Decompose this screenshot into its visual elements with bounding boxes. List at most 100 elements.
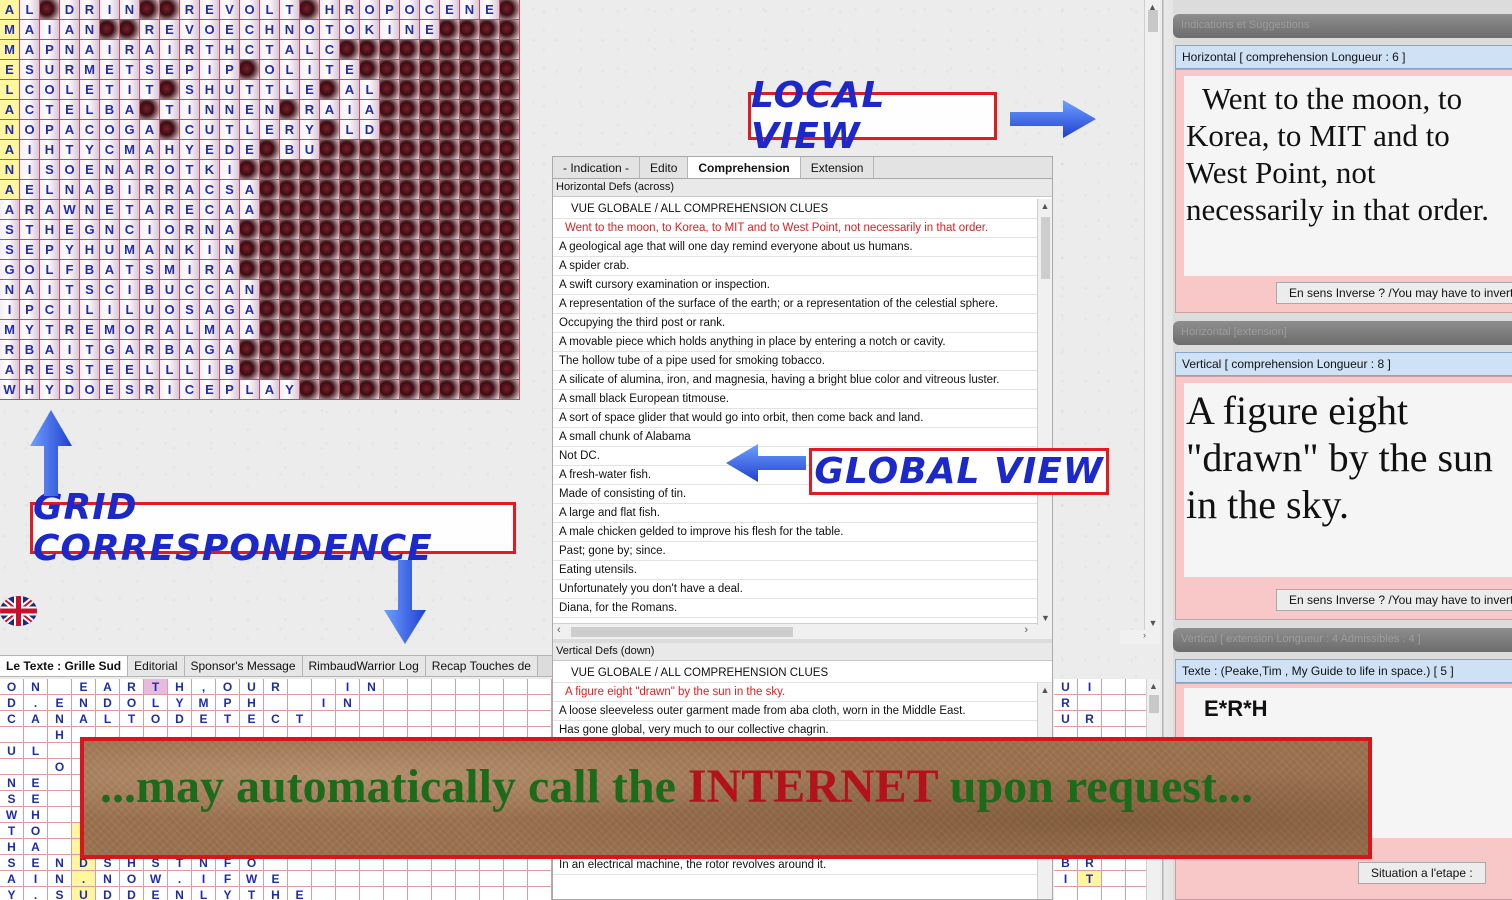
grid-cell[interactable]: N [80, 200, 100, 220]
grid-cell[interactable] [500, 80, 520, 100]
grid-cell[interactable]: R [200, 260, 220, 280]
grid-cell[interactable]: Y [60, 240, 80, 260]
text-cell[interactable]: U [240, 679, 264, 695]
grid-cell[interactable] [420, 40, 440, 60]
grid-cell[interactable]: O [160, 300, 180, 320]
grid-cell[interactable]: I [100, 40, 120, 60]
grid-cell[interactable] [420, 320, 440, 340]
text-cell[interactable] [288, 679, 312, 695]
grid-cell[interactable]: A [220, 320, 240, 340]
grid-cell[interactable] [320, 380, 340, 400]
grid-cell[interactable]: G [80, 220, 100, 240]
scroll-thumb[interactable] [1149, 695, 1159, 713]
text-cell[interactable]: W [240, 871, 264, 887]
grid-cell[interactable]: R [140, 380, 160, 400]
definition-row[interactable]: Occupying the third post or rank. [553, 314, 1052, 333]
grid-cell[interactable]: N [260, 100, 280, 120]
grid-cell[interactable]: R [140, 160, 160, 180]
grid-cell[interactable]: M [80, 60, 100, 80]
grid-cell[interactable]: I [160, 40, 180, 60]
grid-cell[interactable]: A [140, 240, 160, 260]
grid-cell[interactable]: R [180, 220, 200, 240]
grid-cell[interactable]: D [360, 120, 380, 140]
text-cell[interactable]: E [288, 887, 312, 900]
invert-horizontal-button[interactable]: En sens Inverse ? /You may have to inver… [1276, 282, 1512, 304]
grid-cell[interactable]: I [180, 260, 200, 280]
grid-cell[interactable]: H [80, 240, 100, 260]
grid-cell[interactable]: R [140, 180, 160, 200]
grid-cell[interactable] [340, 40, 360, 60]
grid-cell[interactable]: T [40, 100, 60, 120]
definition-row[interactable]: A large and flat fish. [553, 504, 1052, 523]
grid-cell[interactable] [140, 100, 160, 120]
grid-cell[interactable]: S [0, 220, 20, 240]
grid-cell[interactable]: T [60, 140, 80, 160]
grid-cell[interactable] [400, 100, 420, 120]
grid-cell[interactable]: N [60, 180, 80, 200]
grid-cell[interactable]: P [40, 240, 60, 260]
grid-cell[interactable] [280, 240, 300, 260]
grid-cell[interactable]: T [80, 360, 100, 380]
grid-cell[interactable]: P [220, 60, 240, 80]
grid-cell[interactable]: E [100, 360, 120, 380]
bottom-tab[interactable]: RimbaudWarrior Log [302, 656, 426, 676]
grid-cell[interactable]: O [20, 260, 40, 280]
grid-cell[interactable] [440, 120, 460, 140]
grid-cell[interactable]: I [300, 60, 320, 80]
text-cell[interactable] [336, 887, 360, 900]
grid-cell[interactable]: E [420, 20, 440, 40]
grid-cell[interactable]: E [40, 360, 60, 380]
grid-cell[interactable] [340, 180, 360, 200]
text-cell[interactable] [432, 887, 456, 900]
crossword-grid[interactable]: ALDRINREVOLTHROPOCENEMAIANREVOECHNOTOKIN… [0, 0, 520, 400]
grid-cell[interactable] [500, 200, 520, 220]
grid-cell[interactable] [340, 340, 360, 360]
grid-cell[interactable] [120, 20, 140, 40]
text-cell[interactable]: L [144, 695, 168, 711]
grid-cell[interactable]: T [120, 60, 140, 80]
definition-row[interactable]: A spider crab. [553, 257, 1052, 276]
grid-cell[interactable]: I [20, 140, 40, 160]
grid-horizontal-scrollbar[interactable]: › [1120, 630, 1160, 644]
text-cell[interactable] [384, 695, 408, 711]
definition-row[interactable]: A silicate of alumina, iron, and magnesi… [553, 371, 1052, 390]
grid-cell[interactable] [280, 200, 300, 220]
grid-cell[interactable] [440, 160, 460, 180]
grid-cell[interactable]: L [40, 260, 60, 280]
grid-cell[interactable]: T [140, 80, 160, 100]
grid-cell[interactable] [400, 300, 420, 320]
grid-cell[interactable]: U [140, 300, 160, 320]
grid-cell[interactable] [280, 100, 300, 120]
grid-cell[interactable] [380, 220, 400, 240]
grid-cell[interactable]: I [40, 20, 60, 40]
grid-cell[interactable] [240, 160, 260, 180]
scroll-up-icon[interactable]: ▲ [1038, 683, 1052, 697]
grid-cell[interactable]: O [80, 380, 100, 400]
grid-cell[interactable] [360, 220, 380, 240]
grid-cell[interactable]: L [300, 40, 320, 60]
grid-cell[interactable]: O [20, 120, 40, 140]
grid-cell[interactable]: B [80, 260, 100, 280]
grid-cell[interactable] [380, 380, 400, 400]
text-cell[interactable]: . [72, 871, 96, 887]
grid-cell[interactable] [460, 220, 480, 240]
grid-cell[interactable]: A [20, 40, 40, 60]
grid-cell[interactable] [260, 280, 280, 300]
grid-cell[interactable]: A [0, 180, 20, 200]
grid-cell[interactable]: T [200, 40, 220, 60]
grid-cell[interactable] [240, 220, 260, 240]
grid-cell[interactable] [320, 120, 340, 140]
grid-cell[interactable]: T [120, 260, 140, 280]
grid-cell[interactable] [260, 180, 280, 200]
grid-cell[interactable]: S [20, 60, 40, 80]
text-cell[interactable]: I [24, 871, 48, 887]
grid-cell[interactable] [260, 240, 280, 260]
grid-cell[interactable]: V [180, 20, 200, 40]
grid-cell[interactable]: H [200, 80, 220, 100]
grid-cell[interactable]: O [40, 80, 60, 100]
text-cell[interactable]: O [144, 711, 168, 727]
text-cell[interactable] [408, 679, 432, 695]
grid-cell[interactable]: R [300, 100, 320, 120]
text-cell[interactable] [456, 711, 480, 727]
grid-cell[interactable]: K [200, 160, 220, 180]
